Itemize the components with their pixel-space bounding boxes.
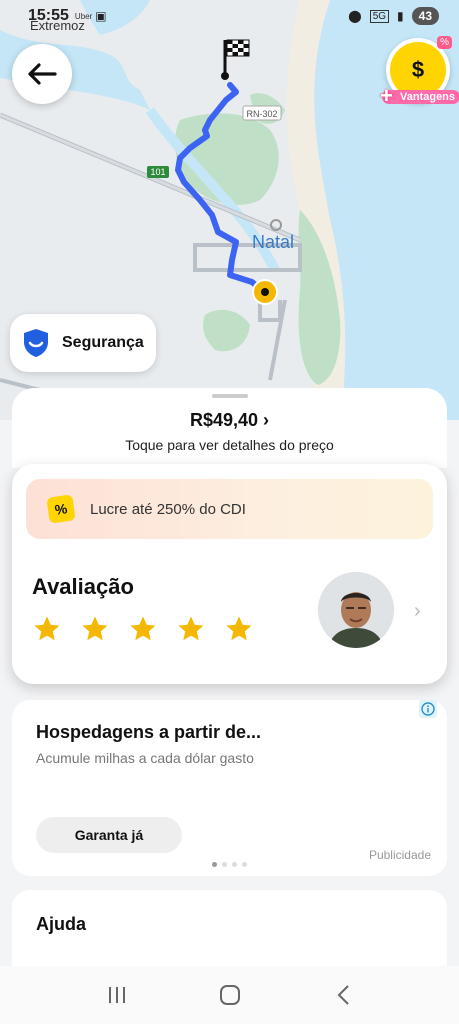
- location-icon: ⬤: [348, 9, 362, 23]
- star-5-icon[interactable]: [224, 614, 254, 644]
- arrow-left-icon: [28, 63, 57, 85]
- seguranca-label: Segurança: [62, 334, 144, 351]
- carousel-dot[interactable]: [242, 862, 247, 867]
- shield-icon: [24, 329, 48, 357]
- map-label-natal: Natal: [252, 232, 294, 252]
- chevron-right-icon: ›: [263, 410, 270, 430]
- back-button[interactable]: [12, 44, 72, 104]
- rating-title: Avaliação: [32, 574, 134, 599]
- rating-stars: [32, 614, 254, 644]
- driver-photo: [318, 572, 394, 648]
- star-4-icon[interactable]: [176, 614, 206, 644]
- recent-apps-button[interactable]: [97, 980, 137, 1010]
- ad-tag: Publicidade: [368, 848, 431, 862]
- fare-hint: Toque para ver detalhes do preço: [125, 437, 334, 453]
- home-icon: [219, 985, 240, 1005]
- recent-apps-icon: [108, 987, 125, 1003]
- promo-banner[interactable]: % Lucre até 250% do CDI: [26, 479, 433, 539]
- ad-card[interactable]: Hospedagens a partir de... Acumule milha…: [12, 700, 447, 876]
- battery-indicator: 43: [411, 7, 439, 25]
- back-chevron-icon: [337, 985, 349, 1005]
- star-2-icon[interactable]: [80, 614, 110, 644]
- info-icon[interactable]: [419, 700, 437, 718]
- carousel-dot[interactable]: [212, 862, 217, 867]
- rating-card: % Lucre até 250% do CDI Avaliação ›: [12, 464, 447, 684]
- system-nav-bar: [0, 966, 459, 1024]
- star-3-icon[interactable]: [128, 614, 158, 644]
- sheet-drag-handle[interactable]: [211, 394, 248, 398]
- ad-subtitle: Acumule milhas a cada dólar gasto: [36, 750, 254, 766]
- vantagens-button[interactable]: $ % Vantagens +: [380, 36, 459, 107]
- percent-badge: %: [437, 36, 452, 49]
- status-app-label: Uber: [74, 11, 93, 21]
- seguranca-button[interactable]: Segurança: [10, 314, 156, 372]
- carousel-dots: [212, 862, 247, 867]
- road-label-rn302: RN-302: [246, 109, 277, 119]
- status-time: 15:55: [28, 7, 69, 24]
- fare-price-button[interactable]: R$49,40 ›: [12, 410, 447, 431]
- network-label: 5G: [369, 9, 390, 23]
- system-back-button[interactable]: [323, 980, 363, 1010]
- promo-text: Lucre até 250% do CDI: [90, 500, 246, 518]
- status-bar: 15:55 Uber ▣ ⬤ 5G ▮ 43: [0, 0, 459, 32]
- destination-flag-icon: [221, 39, 250, 80]
- ad-title: Hospedagens a partir de...: [36, 722, 262, 742]
- screen-record-icon: ▣: [95, 9, 107, 23]
- fare-price: R$49,40: [189, 410, 259, 430]
- percent-icon: %: [46, 494, 76, 524]
- carousel-dot[interactable]: [222, 862, 227, 867]
- help-title: Ajuda: [36, 914, 87, 934]
- trip-bottom-sheet[interactable]: R$49,40 › Toque para ver detalhes do pre…: [12, 388, 447, 468]
- plus-icon: +: [380, 83, 393, 108]
- ad-cta-button[interactable]: Garanta já: [36, 817, 182, 853]
- star-1-icon[interactable]: [32, 614, 62, 644]
- signal-icon: ▮: [397, 9, 404, 23]
- carousel-dot[interactable]: [232, 862, 237, 867]
- driver-avatar[interactable]: [318, 572, 394, 648]
- home-button[interactable]: [210, 980, 250, 1010]
- road-label-101: 101: [150, 167, 165, 177]
- current-location-icon: [252, 279, 278, 305]
- chevron-right-icon[interactable]: ›: [414, 600, 421, 623]
